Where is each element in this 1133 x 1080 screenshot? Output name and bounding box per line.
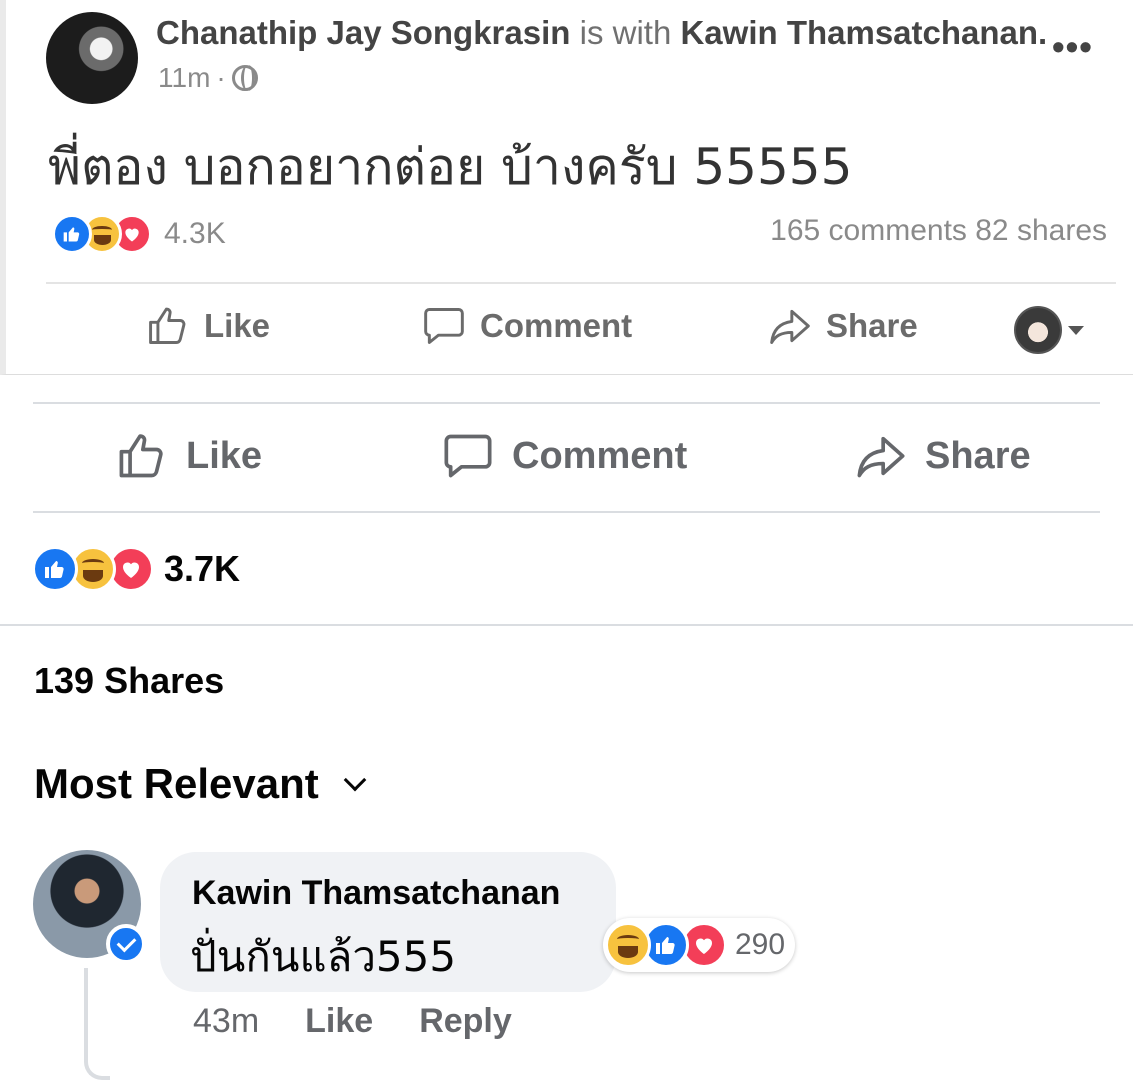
reaction-total: 3.7K bbox=[164, 548, 241, 589]
comment-text: ปั่นกันแล้ว555 bbox=[190, 932, 457, 981]
globe-icon bbox=[231, 65, 258, 91]
post-like-button[interactable]: Like bbox=[146, 304, 270, 348]
more-options-icon[interactable]: ••• bbox=[1052, 26, 1093, 68]
like-label: Like bbox=[186, 434, 263, 477]
share-arrow-icon bbox=[857, 436, 905, 478]
post-like-label: Like bbox=[204, 307, 271, 344]
post-text: พี่ตอง บอกอยากต่อย บ้างครับ 55555 bbox=[48, 138, 853, 196]
post-reaction-count: 4.3K bbox=[164, 217, 226, 250]
post-author-name[interactable]: Chanathip Jay Songkrasin bbox=[156, 14, 570, 51]
author-avatar[interactable] bbox=[46, 12, 138, 104]
share-button[interactable]: Share bbox=[855, 430, 1031, 482]
caret-down-icon bbox=[1068, 325, 1084, 335]
post-shares-count[interactable]: 82 shares bbox=[975, 214, 1107, 247]
post-with-label: is with bbox=[579, 14, 672, 51]
comment-reaction-pill[interactable]: 290 bbox=[603, 918, 796, 972]
post-divider bbox=[46, 282, 1116, 284]
comment-bubble-icon bbox=[424, 308, 464, 344]
verified-badge-icon bbox=[106, 924, 146, 964]
haha-reaction-icon bbox=[605, 922, 651, 968]
divider-reactions bbox=[0, 624, 1133, 626]
reaction-summary[interactable]: 3.7K bbox=[32, 546, 240, 592]
post-comments-count[interactable]: 165 comments bbox=[770, 214, 967, 247]
comment-button[interactable]: Comment bbox=[442, 430, 687, 482]
post-time[interactable]: 11m bbox=[158, 62, 210, 94]
post-stats: 165 comments 82 shares bbox=[770, 214, 1107, 248]
embedded-post: Chanathip Jay Songkrasin is with Kawin T… bbox=[0, 0, 1133, 375]
comment-author[interactable]: Kawin Thamsatchanan bbox=[192, 874, 560, 913]
divider-actions bbox=[33, 511, 1100, 513]
shares-count[interactable]: 139 Shares bbox=[34, 660, 224, 702]
sort-label: Most Relevant bbox=[34, 760, 319, 807]
post-share-label: Share bbox=[826, 307, 918, 344]
chevron-down-icon bbox=[343, 768, 367, 792]
post-meta: 11m · bbox=[158, 62, 258, 94]
comment-meta: 43m Like Reply bbox=[193, 1002, 512, 1041]
comment-bubble[interactable]: Kawin Thamsatchanan ปั่นกันแล้ว555 bbox=[160, 852, 616, 992]
like-reaction-icon bbox=[32, 546, 78, 592]
post-comment-button[interactable]: Comment bbox=[422, 304, 632, 348]
like-button[interactable]: Like bbox=[116, 430, 262, 482]
thumbs-up-icon bbox=[149, 307, 186, 344]
post-tagged-name[interactable]: Kawin Thamsatchanan. bbox=[680, 14, 1047, 51]
audience-selector[interactable] bbox=[1014, 306, 1084, 354]
comment-label: Comment bbox=[512, 434, 688, 477]
comment-bubble-icon bbox=[444, 434, 492, 478]
post-header: Chanathip Jay Songkrasin is with Kawin T… bbox=[156, 14, 1047, 52]
profile-avatar bbox=[1014, 306, 1062, 354]
meta-separator: · bbox=[216, 62, 226, 93]
comment-sort-dropdown[interactable]: Most Relevant bbox=[34, 760, 367, 808]
comment-reply-link[interactable]: Reply bbox=[419, 1002, 512, 1041]
share-arrow-icon bbox=[770, 309, 810, 344]
divider-top bbox=[33, 402, 1100, 404]
thumbs-up-icon bbox=[119, 434, 163, 478]
comment-like-link[interactable]: Like bbox=[305, 1002, 373, 1041]
comment-time[interactable]: 43m bbox=[193, 1002, 259, 1041]
like-reaction-icon bbox=[52, 214, 92, 254]
comment-reaction-count: 290 bbox=[735, 928, 786, 961]
post-comment-label: Comment bbox=[480, 307, 633, 344]
post-share-button[interactable]: Share bbox=[768, 304, 918, 348]
share-label: Share bbox=[925, 434, 1031, 477]
reply-thread-line bbox=[84, 968, 110, 1080]
post-reaction-summary[interactable]: 4.3K bbox=[52, 214, 226, 254]
